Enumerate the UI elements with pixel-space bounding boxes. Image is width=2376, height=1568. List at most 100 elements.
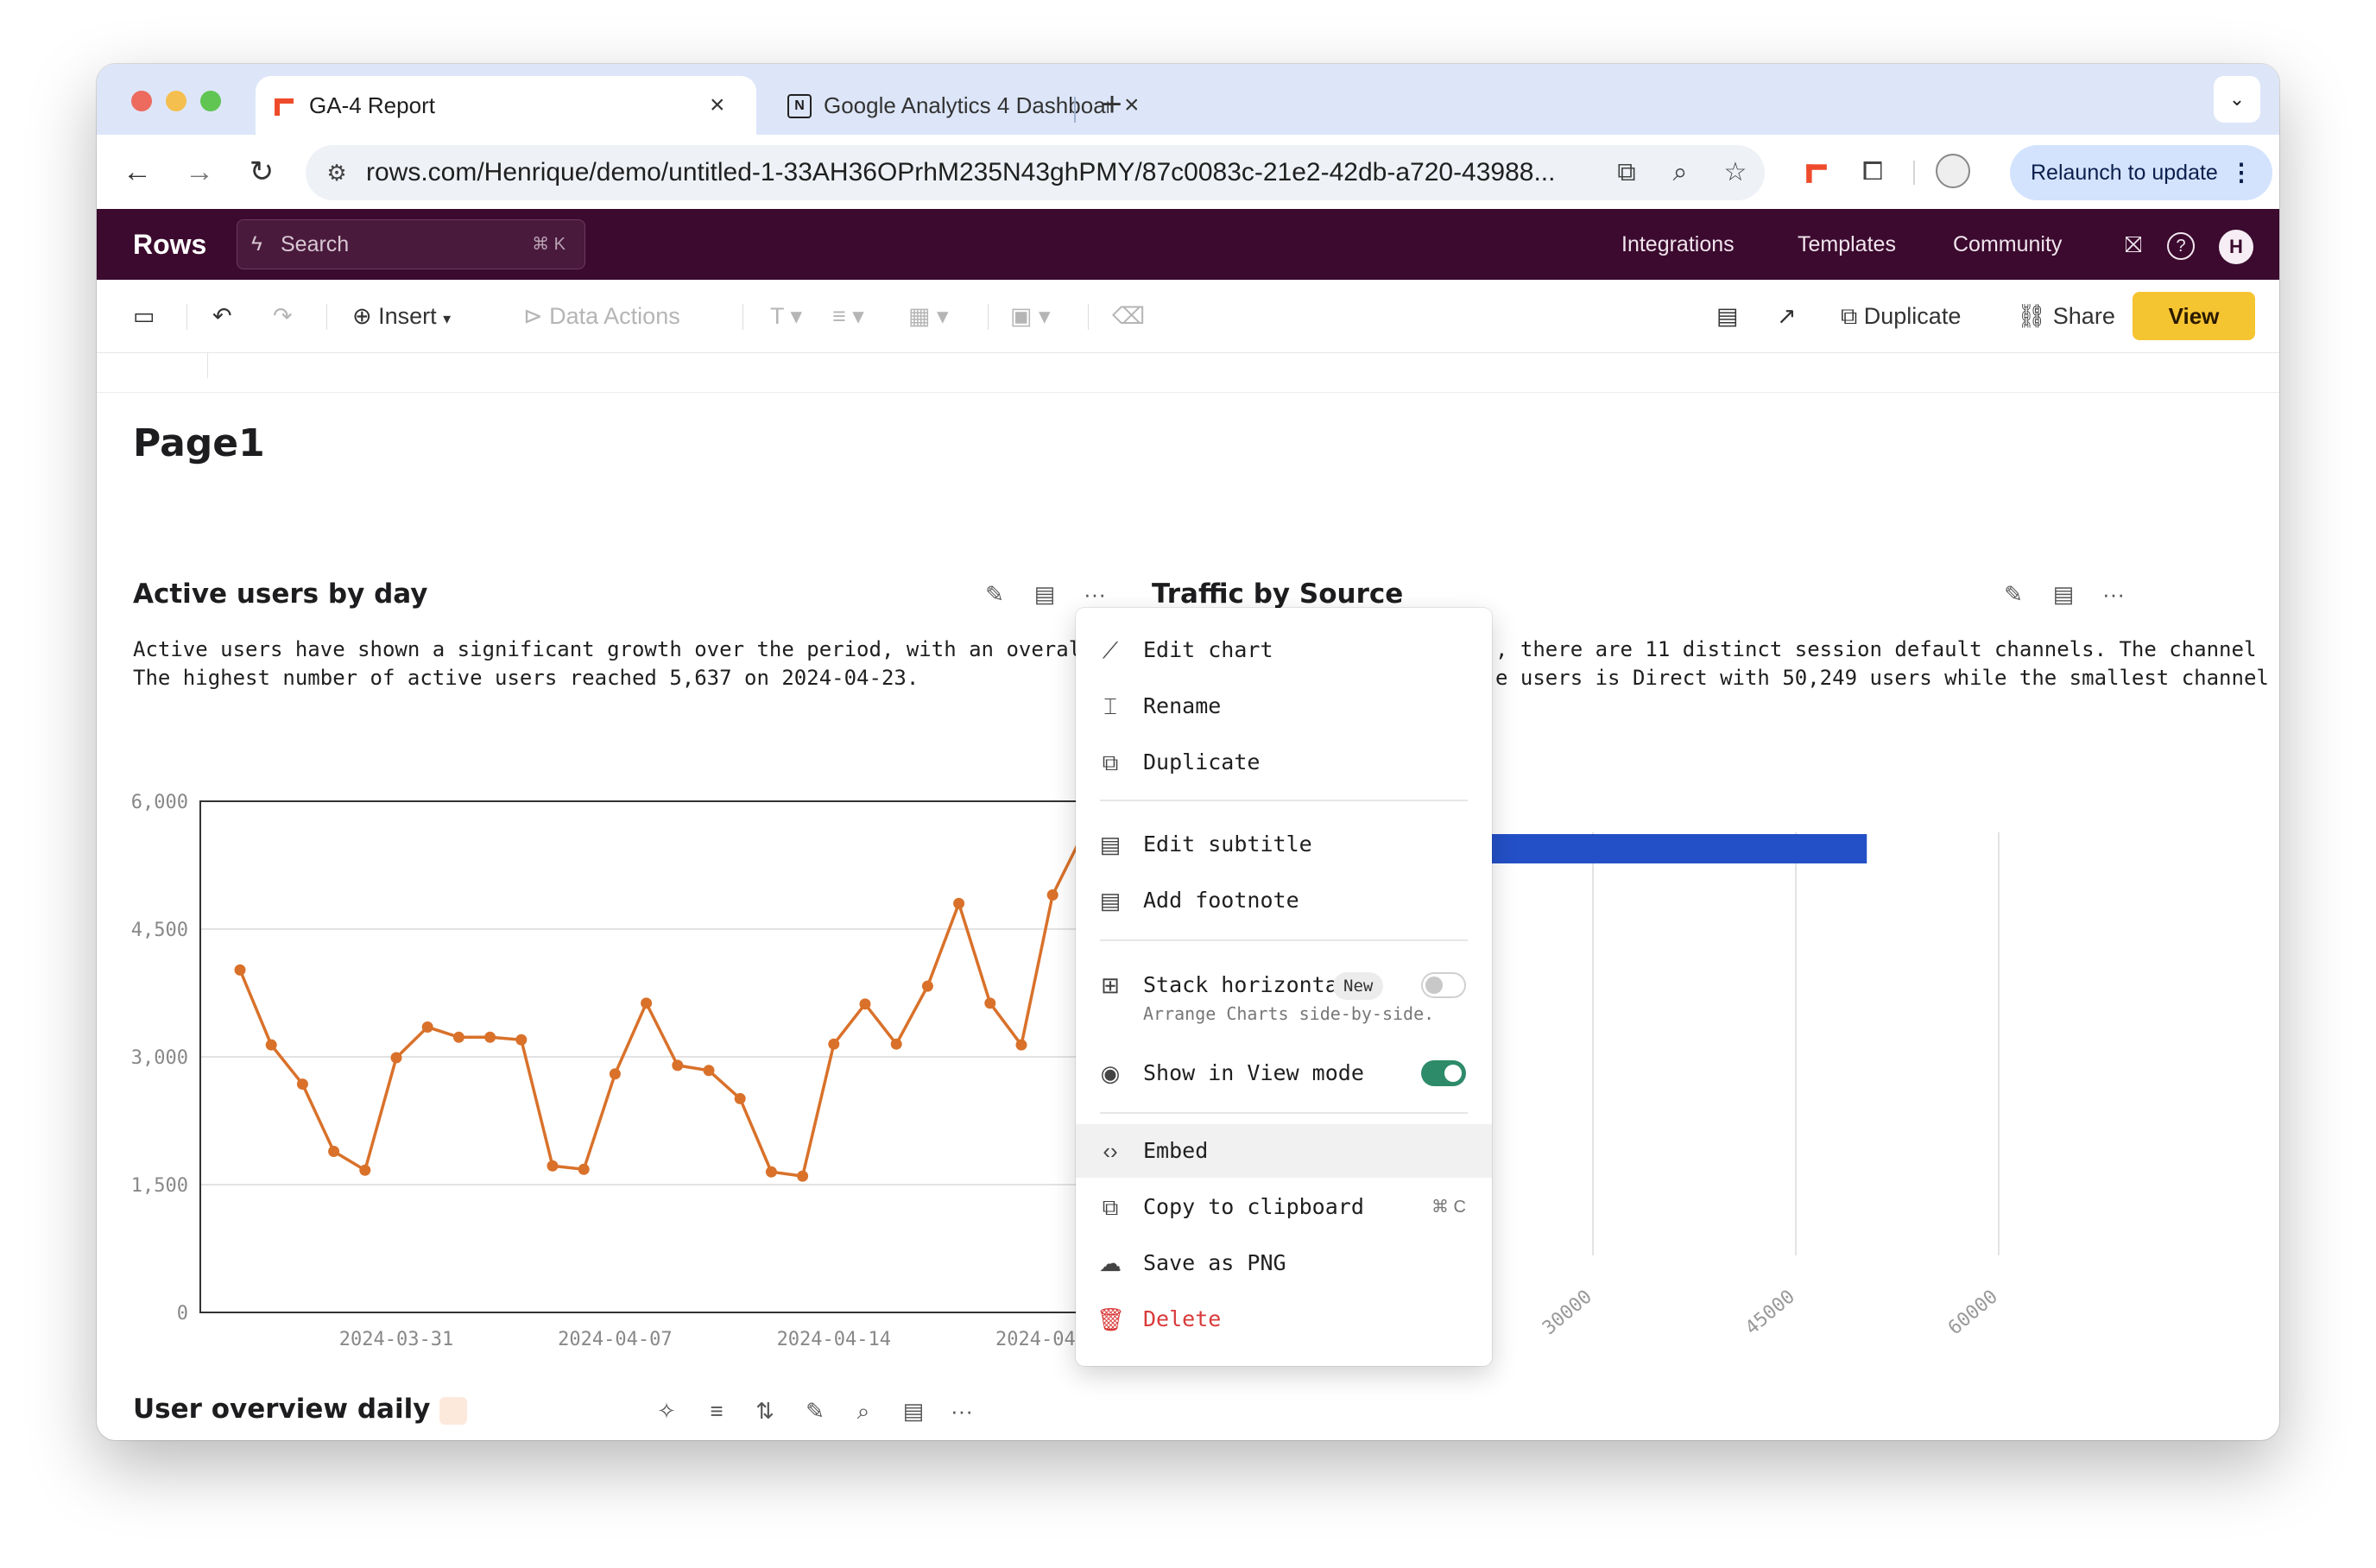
menu-label: Delete (1143, 1306, 1222, 1331)
copy-icon: ⧉ (1102, 1194, 1119, 1220)
avatar[interactable]: H (2219, 230, 2253, 264)
menu-item-save-as-png[interactable]: ☁ Save as PNG (1076, 1236, 1492, 1290)
tab-ga4-report[interactable]: GA-4 Report × (256, 76, 756, 135)
menu-label: Edit chart (1143, 637, 1273, 662)
menu-label: Rename (1143, 693, 1222, 718)
menu-item-delete[interactable]: 🗑 Delete (1076, 1293, 1492, 1346)
data-point (734, 1092, 746, 1104)
subtitle-icon: ▤ (1099, 831, 1122, 857)
sparkle-icon[interactable]: ✧ (651, 1395, 682, 1426)
cell-format-icon[interactable]: ▦ ▾ (908, 280, 949, 352)
clear-format-icon[interactable]: ⌫ (1112, 280, 1145, 352)
layout-icon[interactable]: ▣ ▾ (1010, 280, 1051, 352)
menu-item-embed[interactable]: ‹› Embed (1076, 1124, 1492, 1178)
menu-item-edit-chart[interactable]: ⟋ Edit chart (1076, 623, 1492, 677)
data-point (265, 1039, 277, 1051)
redo-icon[interactable]: ↷ (273, 280, 293, 352)
forward-arrow-icon[interactable]: → (180, 152, 219, 192)
data-point (1046, 889, 1058, 901)
reload-icon[interactable]: ↻ (242, 152, 281, 192)
user-overview-label: User overview daily (133, 1394, 431, 1425)
gift-icon[interactable]: ⛝ (2119, 230, 2148, 259)
search-icon[interactable]: ⌕ (848, 1395, 879, 1426)
data-actions-button[interactable]: ⊳ Data Actions (523, 280, 680, 352)
more-vert-icon: ⋮ (2229, 159, 2253, 186)
view-button[interactable]: View (2133, 292, 2255, 340)
y-tick-label: 1,500 (131, 1175, 188, 1197)
filter-icon[interactable]: ≡ (701, 1395, 732, 1426)
menu-item-rename[interactable]: ⌶ Rename (1076, 680, 1492, 733)
profile-avatar[interactable] (1936, 154, 1970, 188)
align-icon[interactable]: ≡ ▾ (832, 280, 864, 352)
nav-integrations[interactable]: Integrations (1621, 209, 1735, 280)
data-point (390, 1052, 402, 1064)
sidebar-toggle-icon[interactable]: ▭ (133, 280, 155, 352)
data-point (328, 1146, 340, 1158)
nav-templates[interactable]: Templates (1798, 209, 1896, 280)
tab-title: Google Analytics 4 Dashboar (824, 92, 1109, 118)
comment-icon[interactable]: ▤ (1716, 280, 1739, 352)
search-placeholder: Search (281, 232, 350, 256)
rename-icon: ⌶ (1103, 693, 1117, 719)
nav-community[interactable]: Community (1953, 209, 2062, 280)
search-input[interactable]: ϟ Search ⌘ K (237, 219, 585, 269)
rows-extension-icon[interactable] (1804, 161, 1829, 185)
sort-icon[interactable]: ⇅ (749, 1395, 780, 1426)
data-point (890, 1038, 902, 1050)
menu-item-edit-subtitle[interactable]: ▤ Edit subtitle (1076, 818, 1492, 871)
toolbar-separator (326, 304, 327, 330)
relaunch-button[interactable]: Relaunch to update ⋮ (2010, 145, 2272, 200)
data-point (828, 1038, 840, 1050)
data-point (765, 1166, 777, 1178)
omnibox[interactable]: ⚙ rows.com/Henrique/demo/untitled-1-33AH… (306, 145, 1765, 200)
edit-icon[interactable]: ✎ (799, 1395, 831, 1426)
data-point (421, 1021, 433, 1033)
url-text[interactable]: rows.com/Henrique/demo/untitled-1-33AH36… (366, 145, 1592, 200)
data-point (797, 1170, 809, 1182)
maximize-window-button[interactable] (200, 91, 221, 111)
help-icon[interactable]: ? (2167, 232, 2195, 260)
menu-item-stack-horizontally[interactable]: ⊞ Stack horizontally New Arrange Charts … (1076, 958, 1492, 1036)
extensions-puzzle-icon[interactable]: ⧠ (1855, 154, 1891, 190)
data-point (452, 1031, 464, 1043)
tab-search-chevron-icon[interactable]: ⌄ (2214, 76, 2260, 123)
bookmark-star-icon[interactable]: ☆ (1718, 155, 1753, 190)
site-settings-icon[interactable]: ⚙ (319, 155, 354, 190)
tab-close-icon[interactable]: × (710, 76, 725, 135)
footnote-icon: ▤ (1099, 888, 1122, 914)
active-users-line-chart: 6,000 4,500 3,000 1,500 0 2024-03-31 2024-04-0… (131, 792, 1133, 1350)
new-tab-button[interactable]: + (1088, 76, 1136, 135)
notion-favicon-icon: N (787, 94, 812, 118)
share-button[interactable]: ⛓ Share (2017, 280, 2115, 352)
minimize-window-button[interactable] (166, 91, 186, 111)
back-arrow-icon[interactable]: ← (117, 152, 157, 192)
comment-icon[interactable]: ▤ (898, 1395, 929, 1426)
show-in-view-mode-toggle[interactable] (1421, 1060, 1466, 1086)
data-point (984, 997, 996, 1009)
share-label: Share (2052, 303, 2115, 329)
rows-logo[interactable]: Rows (133, 209, 206, 280)
menu-label: Save as PNG (1143, 1250, 1286, 1275)
stack-horizontally-toggle[interactable] (1421, 972, 1466, 998)
menu-label: Copy to clipboard (1143, 1194, 1364, 1219)
duplicate-button[interactable]: ⧉ Duplicate (1841, 280, 1961, 352)
menu-item-add-footnote[interactable]: ▤ Add footnote (1076, 874, 1492, 927)
data-point (578, 1163, 590, 1175)
zoom-icon[interactable]: ⌕ (1663, 155, 1697, 190)
user-overview-title[interactable]: User overview daily (133, 1394, 468, 1425)
menu-item-copy-to-clipboard[interactable]: ⧉ Copy to clipboard ⌘ C (1076, 1180, 1492, 1234)
trend-icon[interactable]: ↗ (1777, 280, 1797, 352)
data-point (359, 1164, 371, 1176)
menu-separator (1100, 800, 1468, 801)
data-point (672, 1059, 684, 1072)
menu-item-duplicate[interactable]: ⧉ Duplicate (1076, 736, 1492, 789)
caret-down-icon: ▾ (443, 310, 452, 327)
close-window-button[interactable] (131, 91, 152, 111)
more-options-icon[interactable]: ··· (946, 1395, 977, 1426)
text-format-icon[interactable]: T ▾ (770, 280, 802, 352)
undo-icon[interactable]: ↶ (212, 280, 232, 352)
menu-item-show-in-view-mode[interactable]: ◉ Show in View mode (1076, 1046, 1492, 1100)
open-external-icon[interactable]: ⧉ (1609, 155, 1644, 190)
insert-button[interactable]: ⊕ Insert ▾ (352, 280, 451, 355)
series-line (238, 831, 1115, 1179)
